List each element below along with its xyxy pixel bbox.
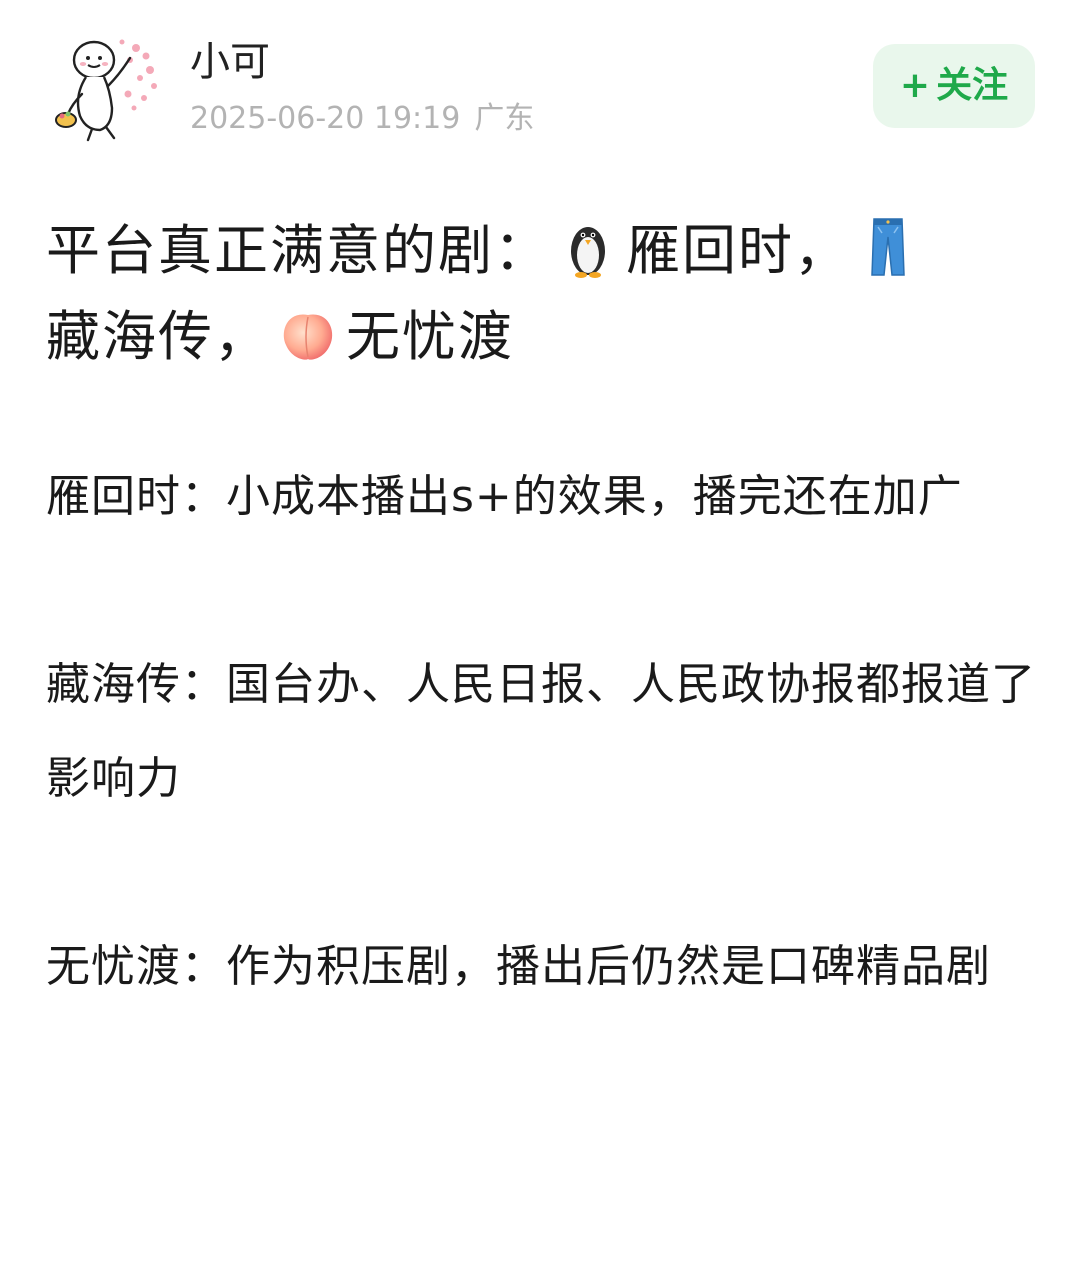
post-timestamp: 2025-06-20 19:19 bbox=[190, 101, 461, 136]
post-header: 小可 2025-06-20 19:19 广东 + 关注 bbox=[0, 0, 1079, 160]
title-prefix: 平台真正满意的剧： bbox=[46, 219, 550, 282]
peach-icon bbox=[283, 314, 333, 360]
penguin-icon bbox=[571, 227, 605, 278]
paragraph-1: 雁回时：小成本播出s+的效果，播完还在加广 bbox=[46, 471, 963, 522]
post-title: 平台真正满意的剧： 雁回时， 藏海传， 无忧渡 bbox=[46, 208, 1036, 380]
avatar[interactable] bbox=[50, 34, 160, 144]
blossom-decoration bbox=[119, 39, 157, 111]
title-item1: 雁回时， bbox=[626, 219, 850, 282]
follow-button-label: 关注 bbox=[936, 65, 1009, 106]
title-item2: 藏海传， bbox=[46, 305, 270, 368]
author-name[interactable]: 小可 bbox=[190, 38, 270, 86]
post-page: 小可 2025-06-20 19:19 广东 + 关注 平台真正满意的剧： 雁回时， bbox=[0, 0, 1079, 1263]
post-meta: 2025-06-20 19:19 广东 bbox=[190, 100, 534, 138]
jeans-icon bbox=[871, 218, 905, 276]
follow-button[interactable]: + 关注 bbox=[873, 44, 1035, 128]
title-item3: 无忧渡 bbox=[346, 305, 514, 368]
plus-icon: + bbox=[899, 65, 931, 106]
paragraph-2: 藏海传：国台办、人民日报、人民政协报都报道了影响力 bbox=[46, 659, 1036, 804]
post-content: 平台真正满意的剧： 雁回时， 藏海传， 无忧渡 雁回时：小成本播出s+的效果，播… bbox=[46, 208, 1036, 1014]
paragraph-3: 无忧渡：作为积压剧，播出后仍然是口碑精品剧 bbox=[46, 941, 991, 992]
post-location: 广东 bbox=[474, 101, 535, 136]
